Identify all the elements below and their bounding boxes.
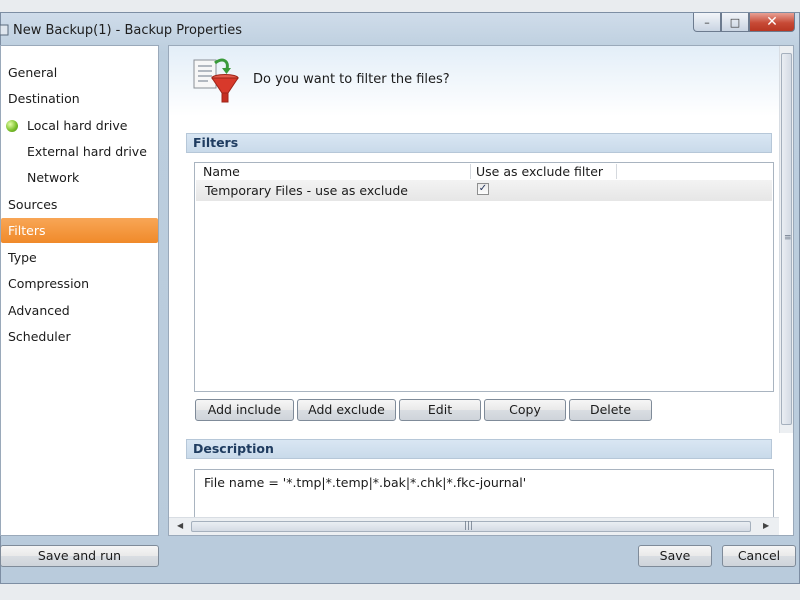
sidebar-item-advanced[interactable]: Advanced	[1, 298, 158, 323]
edit-button[interactable]: Edit	[399, 399, 481, 421]
vertical-scrollbar[interactable]: ≡	[779, 46, 793, 433]
sidebar-item-label: Network	[27, 170, 80, 185]
close-button[interactable]: ✕	[749, 13, 795, 32]
save-and-run-button[interactable]: Save and run	[0, 545, 159, 567]
sidebar-item-label: Compression	[8, 276, 90, 291]
sidebar-item-label: External hard drive	[27, 144, 147, 159]
sidebar-item-sources[interactable]: Sources	[1, 192, 158, 217]
save-button[interactable]: Save	[638, 545, 712, 567]
sidebar-item-destination[interactable]: Destination	[1, 86, 158, 111]
close-icon: ✕	[766, 14, 778, 30]
sidebar-item-network[interactable]: Network	[1, 165, 158, 190]
table-row[interactable]: Temporary Files - use as exclude ✓	[196, 180, 772, 201]
description-box: File name = '*.tmp|*.temp|*.bak|*.chk|*.…	[194, 469, 774, 519]
filter-name: Temporary Files - use as exclude	[205, 183, 408, 198]
minimize-icon: –	[704, 15, 710, 29]
sidebar-item-label: Filters	[8, 223, 46, 238]
sidebar-item-label: Type	[8, 250, 37, 265]
horizontal-scrollbar[interactable]: ◀ ||| ▶	[169, 517, 779, 535]
sidebar-item-label: Sources	[8, 197, 58, 212]
column-header-name[interactable]: Name	[203, 163, 240, 180]
scroll-left-icon[interactable]: ◀	[177, 521, 183, 530]
delete-button[interactable]: Delete	[569, 399, 652, 421]
scroll-right-icon[interactable]: ▶	[763, 521, 769, 530]
sidebar-item-label: General	[8, 65, 58, 80]
sidebar-item-label: Advanced	[8, 303, 70, 318]
window-controls: – □ ✕	[693, 13, 795, 35]
copy-button[interactable]: Copy	[484, 399, 566, 421]
sidebar-item-label: Destination	[8, 91, 80, 106]
sidebar-item-scheduler[interactable]: Scheduler	[1, 324, 158, 349]
page-banner: Do you want to filter the files?	[169, 46, 779, 116]
sidebar-item-external-hard-drive[interactable]: External hard drive	[1, 139, 158, 164]
column-header-exclude[interactable]: Use as exclude filter	[476, 163, 603, 180]
page-question: Do you want to filter the files?	[253, 72, 450, 87]
filters-section-header: Filters	[186, 133, 772, 153]
green-dot-icon	[6, 120, 18, 132]
sidebar-item-label: Local hard drive	[27, 118, 128, 133]
column-divider[interactable]	[616, 164, 617, 179]
maximize-button[interactable]: □	[721, 13, 749, 32]
description-text: File name = '*.tmp|*.temp|*.bak|*.chk|*.…	[204, 475, 527, 490]
window-title: New Backup(1) - Backup Properties	[13, 23, 242, 38]
exclude-checkbox[interactable]: ✓	[477, 183, 489, 195]
sidebar-item-label: Scheduler	[8, 329, 71, 344]
sidebar-item-filters[interactable]: Filters	[1, 218, 158, 243]
minimize-button[interactable]: –	[693, 13, 721, 32]
app-icon	[0, 24, 9, 36]
add-exclude-button[interactable]: Add exclude	[297, 399, 396, 421]
add-include-button[interactable]: Add include	[195, 399, 294, 421]
grip-icon: |||	[464, 521, 474, 531]
filters-list[interactable]: Name Use as exclude filter Temporary Fil…	[194, 162, 774, 392]
sidebar-item-type[interactable]: Type	[1, 245, 158, 270]
sidebar-item-general[interactable]: General	[1, 60, 158, 85]
vertical-scroll-thumb[interactable]: ≡	[781, 53, 792, 425]
horizontal-scroll-thumb[interactable]: |||	[191, 521, 751, 532]
sidebar-item-compression[interactable]: Compression	[1, 271, 158, 296]
column-divider[interactable]	[470, 164, 471, 179]
title-bar[interactable]: New Backup(1) - Backup Properties – □ ✕	[0, 13, 799, 47]
description-section-header: Description	[186, 439, 772, 459]
sidebar-item-local-hard-drive[interactable]: Local hard drive	[1, 113, 158, 138]
content-panel: Do you want to filter the files? Filters…	[168, 45, 794, 536]
sidebar-nav: General Destination Local hard drive Ext…	[0, 45, 159, 536]
maximize-icon: □	[729, 15, 741, 29]
cancel-button[interactable]: Cancel	[722, 545, 796, 567]
filter-funnel-icon	[193, 58, 239, 103]
grip-icon: ≡	[784, 233, 792, 243]
